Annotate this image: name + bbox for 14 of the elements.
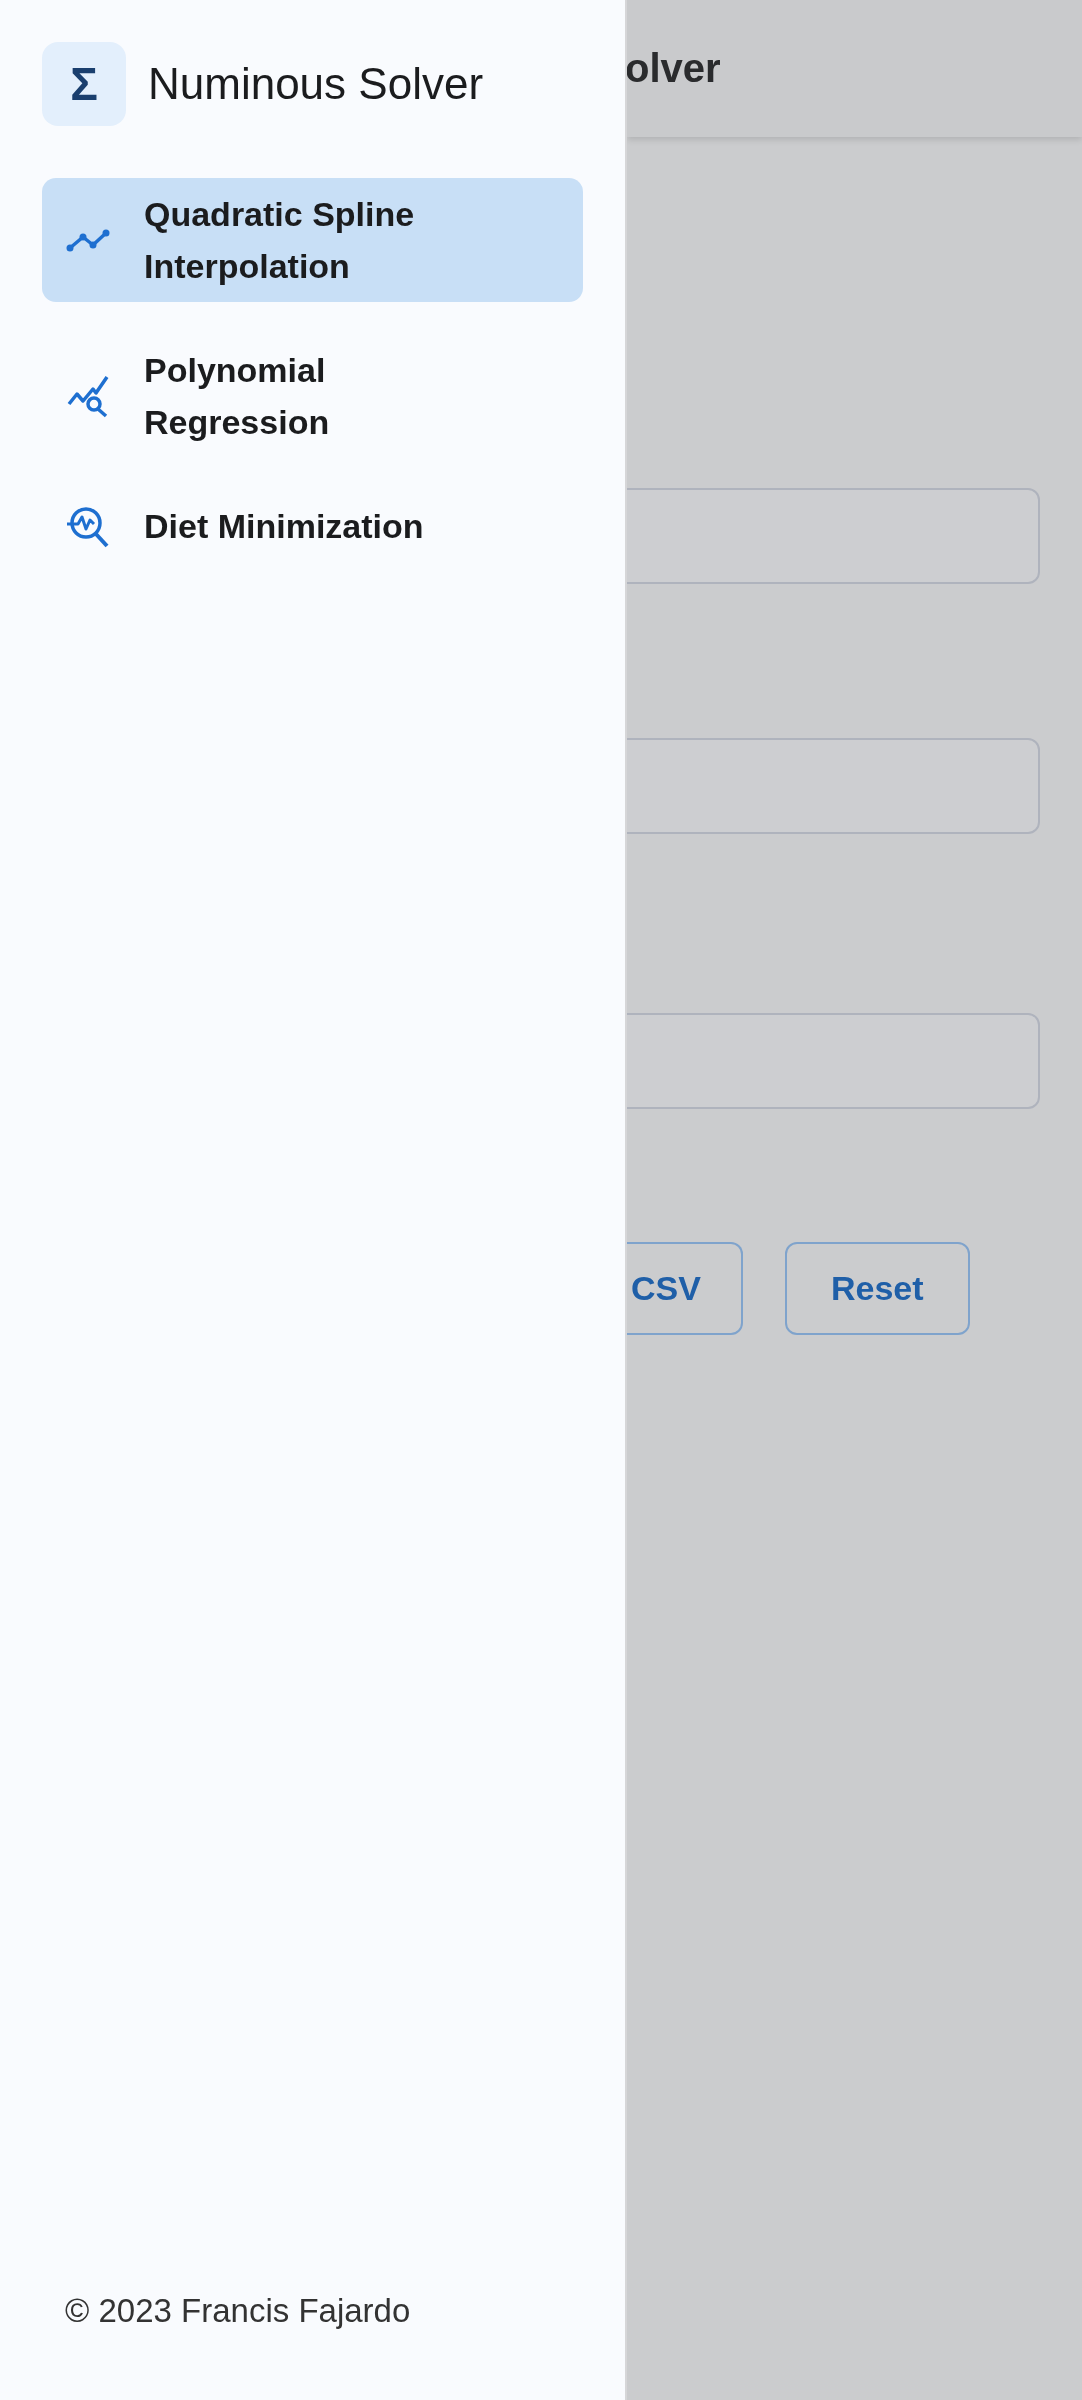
copyright-text: © 2023 Francis Fajardo [64, 2292, 412, 2330]
nav-item[interactable]: Quadratic Spline Interpolation [42, 178, 583, 302]
input-field[interactable] [627, 488, 1040, 584]
action-button[interactable]: CSV [627, 1242, 743, 1335]
page-title: olver [627, 46, 721, 91]
chart-search-icon [66, 374, 110, 418]
input-field[interactable] [627, 1013, 1040, 1109]
nav-item[interactable]: Polynomial Regression [42, 334, 583, 458]
app-title: Numinous Solver [148, 59, 484, 109]
nav-item[interactable]: Diet Minimization [42, 490, 583, 562]
pulse-search-icon [66, 504, 110, 548]
input-field[interactable] [627, 738, 1040, 834]
action-button[interactable]: Reset [784, 1242, 970, 1335]
logo-icon: Σ [42, 42, 126, 126]
